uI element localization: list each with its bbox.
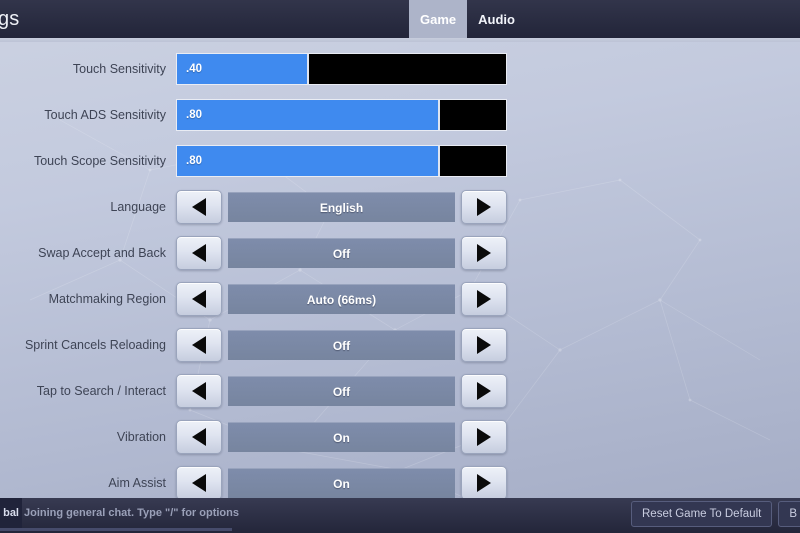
triangle-left-icon (192, 428, 206, 446)
slider-value: .80 (186, 109, 202, 121)
selector-language: English (176, 190, 507, 224)
settings-screen: ings Game Audio Touch Sensitivity .40 To… (0, 0, 800, 533)
secondary-footer-button[interactable]: B (778, 501, 800, 527)
vibration-value-box[interactable]: On (228, 422, 455, 452)
tap-to-search-value-box[interactable]: Off (228, 376, 455, 406)
setting-label: Language (110, 200, 166, 214)
selector-value: On (333, 476, 350, 491)
aim-assist-next-button[interactable] (461, 466, 507, 498)
vibration-prev-button[interactable] (176, 420, 222, 454)
triangle-left-icon (192, 336, 206, 354)
sprint-cancels-next-button[interactable] (461, 328, 507, 362)
top-bar: ings Game Audio (0, 0, 800, 38)
triangle-left-icon (192, 244, 206, 262)
triangle-right-icon (477, 474, 491, 492)
selector-aim-assist: On (176, 466, 507, 498)
setting-row-touch-sensitivity: Touch Sensitivity .40 (0, 46, 800, 92)
setting-label: Touch ADS Sensitivity (44, 108, 166, 122)
selector-value: Off (332, 384, 351, 399)
selector-value: Off (332, 246, 351, 261)
triangle-right-icon (477, 382, 491, 400)
setting-row-swap-accept-and-back: Swap Accept and Back Off (0, 230, 800, 276)
selector-tap-to-search-interact: Off (176, 374, 507, 408)
tap-to-search-prev-button[interactable] (176, 374, 222, 408)
sprint-cancels-value-box[interactable]: Off (228, 330, 455, 360)
setting-row-matchmaking-region: Matchmaking Region Auto (66ms) (0, 276, 800, 322)
reset-game-to-default-button[interactable]: Reset Game To Default (631, 501, 773, 527)
language-prev-button[interactable] (176, 190, 222, 224)
tab-audio[interactable]: Audio (467, 0, 526, 38)
setting-row-sprint-cancels-reloading: Sprint Cancels Reloading Off (0, 322, 800, 368)
triangle-left-icon (192, 290, 206, 308)
aim-assist-prev-button[interactable] (176, 466, 222, 498)
swap-accept-next-button[interactable] (461, 236, 507, 270)
setting-label: Tap to Search / Interact (36, 384, 166, 398)
selector-swap-accept-and-back: Off (176, 236, 507, 270)
setting-row-tap-to-search-interact: Tap to Search / Interact Off (0, 368, 800, 414)
triangle-left-icon (192, 198, 206, 216)
triangle-right-icon (477, 244, 491, 262)
setting-label: Matchmaking Region (48, 292, 166, 306)
setting-row-touch-scope-sensitivity: Touch Scope Sensitivity .80 (0, 138, 800, 184)
slider-touch-scope-sensitivity[interactable]: .80 (176, 145, 507, 177)
selector-value: On (333, 430, 350, 445)
chat-channel-tab-global[interactable]: bal (0, 498, 22, 528)
setting-label: Aim Assist (108, 476, 166, 490)
swap-accept-value-box[interactable]: Off (228, 238, 455, 268)
bottom-bar: bal Joining general chat. Type "/" for o… (0, 498, 800, 533)
slider-value: .40 (186, 63, 202, 75)
top-bar-underline (0, 38, 800, 42)
matchmaking-next-button[interactable] (461, 282, 507, 316)
slider-fill (177, 146, 441, 176)
matchmaking-value-box[interactable]: Auto (66ms) (228, 284, 455, 314)
triangle-right-icon (477, 198, 491, 216)
sprint-cancels-prev-button[interactable] (176, 328, 222, 362)
setting-label: Sprint Cancels Reloading (24, 338, 166, 352)
language-next-button[interactable] (461, 190, 507, 224)
selector-value: Off (332, 338, 351, 353)
setting-row-vibration: Vibration On (0, 414, 800, 460)
tab-game[interactable]: Game (409, 0, 468, 38)
triangle-left-icon (192, 474, 206, 492)
setting-label: Touch Scope Sensitivity (33, 154, 166, 168)
aim-assist-value-box[interactable]: On (228, 468, 455, 498)
triangle-right-icon (477, 428, 491, 446)
setting-row-language: Language English (0, 184, 800, 230)
tap-to-search-next-button[interactable] (461, 374, 507, 408)
setting-row-aim-assist: Aim Assist On (0, 460, 800, 498)
slider-touch-sensitivity[interactable]: .40 (176, 53, 507, 85)
setting-label: Vibration (116, 430, 166, 444)
selector-sprint-cancels-reloading: Off (176, 328, 507, 362)
selector-value: Auto (66ms) (306, 292, 377, 307)
slider-fill (177, 100, 441, 130)
chat-tab-underline (0, 528, 232, 531)
chat-channel-label: bal (3, 507, 19, 519)
selector-matchmaking-region: Auto (66ms) (176, 282, 507, 316)
swap-accept-prev-button[interactable] (176, 236, 222, 270)
selector-value: English (319, 200, 364, 215)
setting-row-touch-ads-sensitivity: Touch ADS Sensitivity .80 (0, 92, 800, 138)
selector-vibration: On (176, 420, 507, 454)
top-bar-sheen (0, 0, 800, 38)
chat-message[interactable]: Joining general chat. Type "/" for optio… (24, 498, 239, 528)
setting-label: Swap Accept and Back (38, 246, 166, 260)
setting-label: Touch Sensitivity (72, 62, 166, 76)
footer-button-group: Reset Game To Default B (631, 501, 800, 527)
language-value-box[interactable]: English (228, 192, 455, 222)
settings-list: Touch Sensitivity .40 Touch ADS Sensitiv… (0, 42, 800, 498)
slider-touch-ads-sensitivity[interactable]: .80 (176, 99, 507, 131)
page-title: ings (0, 8, 20, 30)
vibration-next-button[interactable] (461, 420, 507, 454)
triangle-right-icon (477, 336, 491, 354)
slider-value: .80 (186, 155, 202, 167)
matchmaking-prev-button[interactable] (176, 282, 222, 316)
tab-bar: Game Audio (409, 0, 526, 38)
triangle-left-icon (192, 382, 206, 400)
triangle-right-icon (477, 290, 491, 308)
